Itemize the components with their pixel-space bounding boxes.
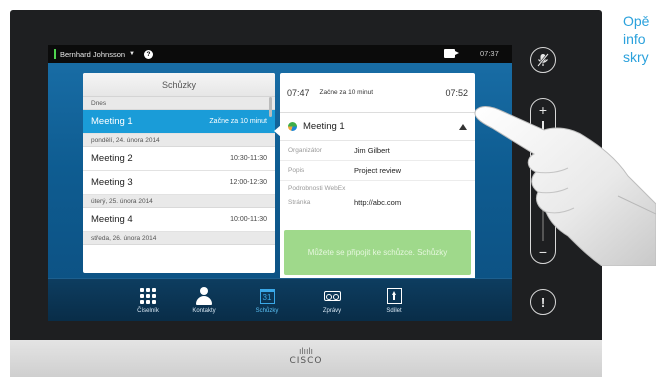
meeting-name: Meeting 3 bbox=[91, 177, 133, 188]
meeting-name: Meeting 4 bbox=[91, 214, 133, 225]
organizer-label: Organizátor bbox=[288, 147, 322, 154]
list-item-meeting[interactable]: Meeting 3 12:00-12:30 bbox=[83, 171, 275, 195]
mute-microphone-button[interactable] bbox=[530, 47, 556, 73]
camera-icon[interactable] bbox=[444, 49, 459, 58]
meeting-title-row[interactable]: Meeting 1 bbox=[280, 113, 475, 141]
meeting-time: 12:00-12:30 bbox=[229, 179, 267, 186]
meeting-title: Meeting 1 bbox=[303, 121, 345, 132]
side-caption-line: info bbox=[623, 31, 646, 47]
webex-details-label: Podrobnosti WebEx bbox=[288, 184, 346, 192]
cisco-bars: ılıılı bbox=[298, 346, 313, 356]
list-section-date: úterý, 25. února 2014 bbox=[83, 195, 275, 208]
chevron-down-icon[interactable]: ▼ bbox=[129, 51, 135, 57]
list-item-meeting[interactable]: Meeting 4 10:00-11:30 bbox=[83, 208, 275, 232]
starts-in: Začne za 10 minut bbox=[319, 89, 374, 96]
device-bottom-bar: ılıılı CISCO bbox=[10, 340, 602, 377]
organizer-row: Organizátor Jim Gilbert bbox=[280, 141, 475, 161]
tool-label: Zprávy bbox=[322, 308, 342, 314]
meeting-time-range: 07:47 Začne za 10 minut 07:52 bbox=[280, 73, 475, 113]
end-time: 07:52 bbox=[445, 87, 468, 98]
presence-indicator bbox=[54, 49, 56, 59]
clock: 07:37 bbox=[480, 49, 499, 58]
calendar-icon: 31 bbox=[259, 287, 275, 305]
collapse-icon[interactable] bbox=[459, 123, 467, 130]
tool-label: Sdílet bbox=[386, 308, 402, 314]
description-row: Popis Project review bbox=[280, 161, 475, 181]
side-caption-line: Opě bbox=[623, 13, 650, 29]
scrollbar[interactable] bbox=[269, 97, 272, 117]
bottom-toolbar: Číselník Kontakty 31 Schůzky Zprávy Sdíl… bbox=[48, 278, 512, 321]
join-meeting-button[interactable]: Můžete se připojit ke schůzce. Schůzky bbox=[284, 230, 471, 275]
start-time: 07:47 bbox=[287, 87, 310, 98]
page-row: Stránka http://abc.com bbox=[280, 195, 475, 209]
tool-share[interactable]: Sdílet bbox=[366, 279, 422, 321]
tool-label: Schůzky bbox=[255, 308, 279, 314]
description-label: Popis bbox=[288, 167, 305, 174]
touch-screen: Bernhard Johnsson ▼ ? 07:37 Schůzky Dnes… bbox=[48, 45, 512, 321]
tool-label: Kontakty bbox=[192, 308, 216, 314]
tool-contacts[interactable]: Kontakty bbox=[176, 279, 232, 321]
pointing-hand-illustration bbox=[474, 105, 656, 266]
dialpad-icon bbox=[140, 287, 156, 305]
contacts-icon bbox=[196, 287, 212, 305]
status-bar: Bernhard Johnsson ▼ ? 07:37 bbox=[48, 45, 512, 63]
meeting-time: 10:00-11:30 bbox=[230, 216, 267, 223]
tool-messages[interactable]: Zprávy bbox=[304, 279, 360, 321]
meetings-list: Schůzky Dnes Meeting 1 Začne za 10 minut… bbox=[83, 73, 275, 273]
meeting-detail-panel: 07:47 Začne za 10 minut 07:52 Meeting 1 … bbox=[280, 73, 475, 280]
list-item-meeting[interactable]: Meeting 2 10:30-11:30 bbox=[83, 147, 275, 171]
microphone-muted-icon bbox=[537, 53, 549, 67]
alert-button[interactable]: ! bbox=[530, 289, 556, 315]
cisco-word: CISCO bbox=[289, 356, 323, 366]
description-value: Project review bbox=[354, 166, 402, 175]
page-label: Stránka bbox=[288, 198, 311, 206]
cisco-logo: ılıılı CISCO bbox=[286, 346, 326, 367]
tool-label: Číselník bbox=[137, 308, 159, 314]
tool-meetings[interactable]: 31 Schůzky bbox=[239, 279, 295, 321]
tool-dialpad[interactable]: Číselník bbox=[120, 279, 176, 321]
webex-globe-icon bbox=[288, 122, 297, 131]
voicemail-icon bbox=[323, 287, 341, 305]
meetings-header: Schůzky bbox=[83, 73, 275, 97]
user-name[interactable]: Bernhard Johnsson bbox=[60, 50, 125, 59]
help-icon[interactable]: ? bbox=[144, 49, 153, 59]
list-item-meeting[interactable]: Meeting 1 Začne za 10 minut bbox=[83, 110, 275, 134]
meeting-time: 10:30-11:30 bbox=[230, 155, 267, 162]
meeting-time: Začne za 10 minut bbox=[209, 118, 267, 125]
list-section-date: Dnes bbox=[83, 97, 275, 110]
meeting-name: Meeting 2 bbox=[91, 153, 133, 164]
list-section-date: pondělí, 24. února 2014 bbox=[83, 134, 275, 147]
side-caption-line: skry bbox=[623, 49, 649, 65]
page-value[interactable]: http://abc.com bbox=[354, 198, 401, 207]
organizer-value: Jim Gilbert bbox=[354, 146, 390, 155]
meeting-name: Meeting 1 bbox=[91, 116, 133, 127]
side-caption: Opě info skry bbox=[623, 12, 649, 66]
list-section-date: středa, 26. února 2014 bbox=[83, 232, 275, 245]
share-icon bbox=[386, 287, 402, 305]
